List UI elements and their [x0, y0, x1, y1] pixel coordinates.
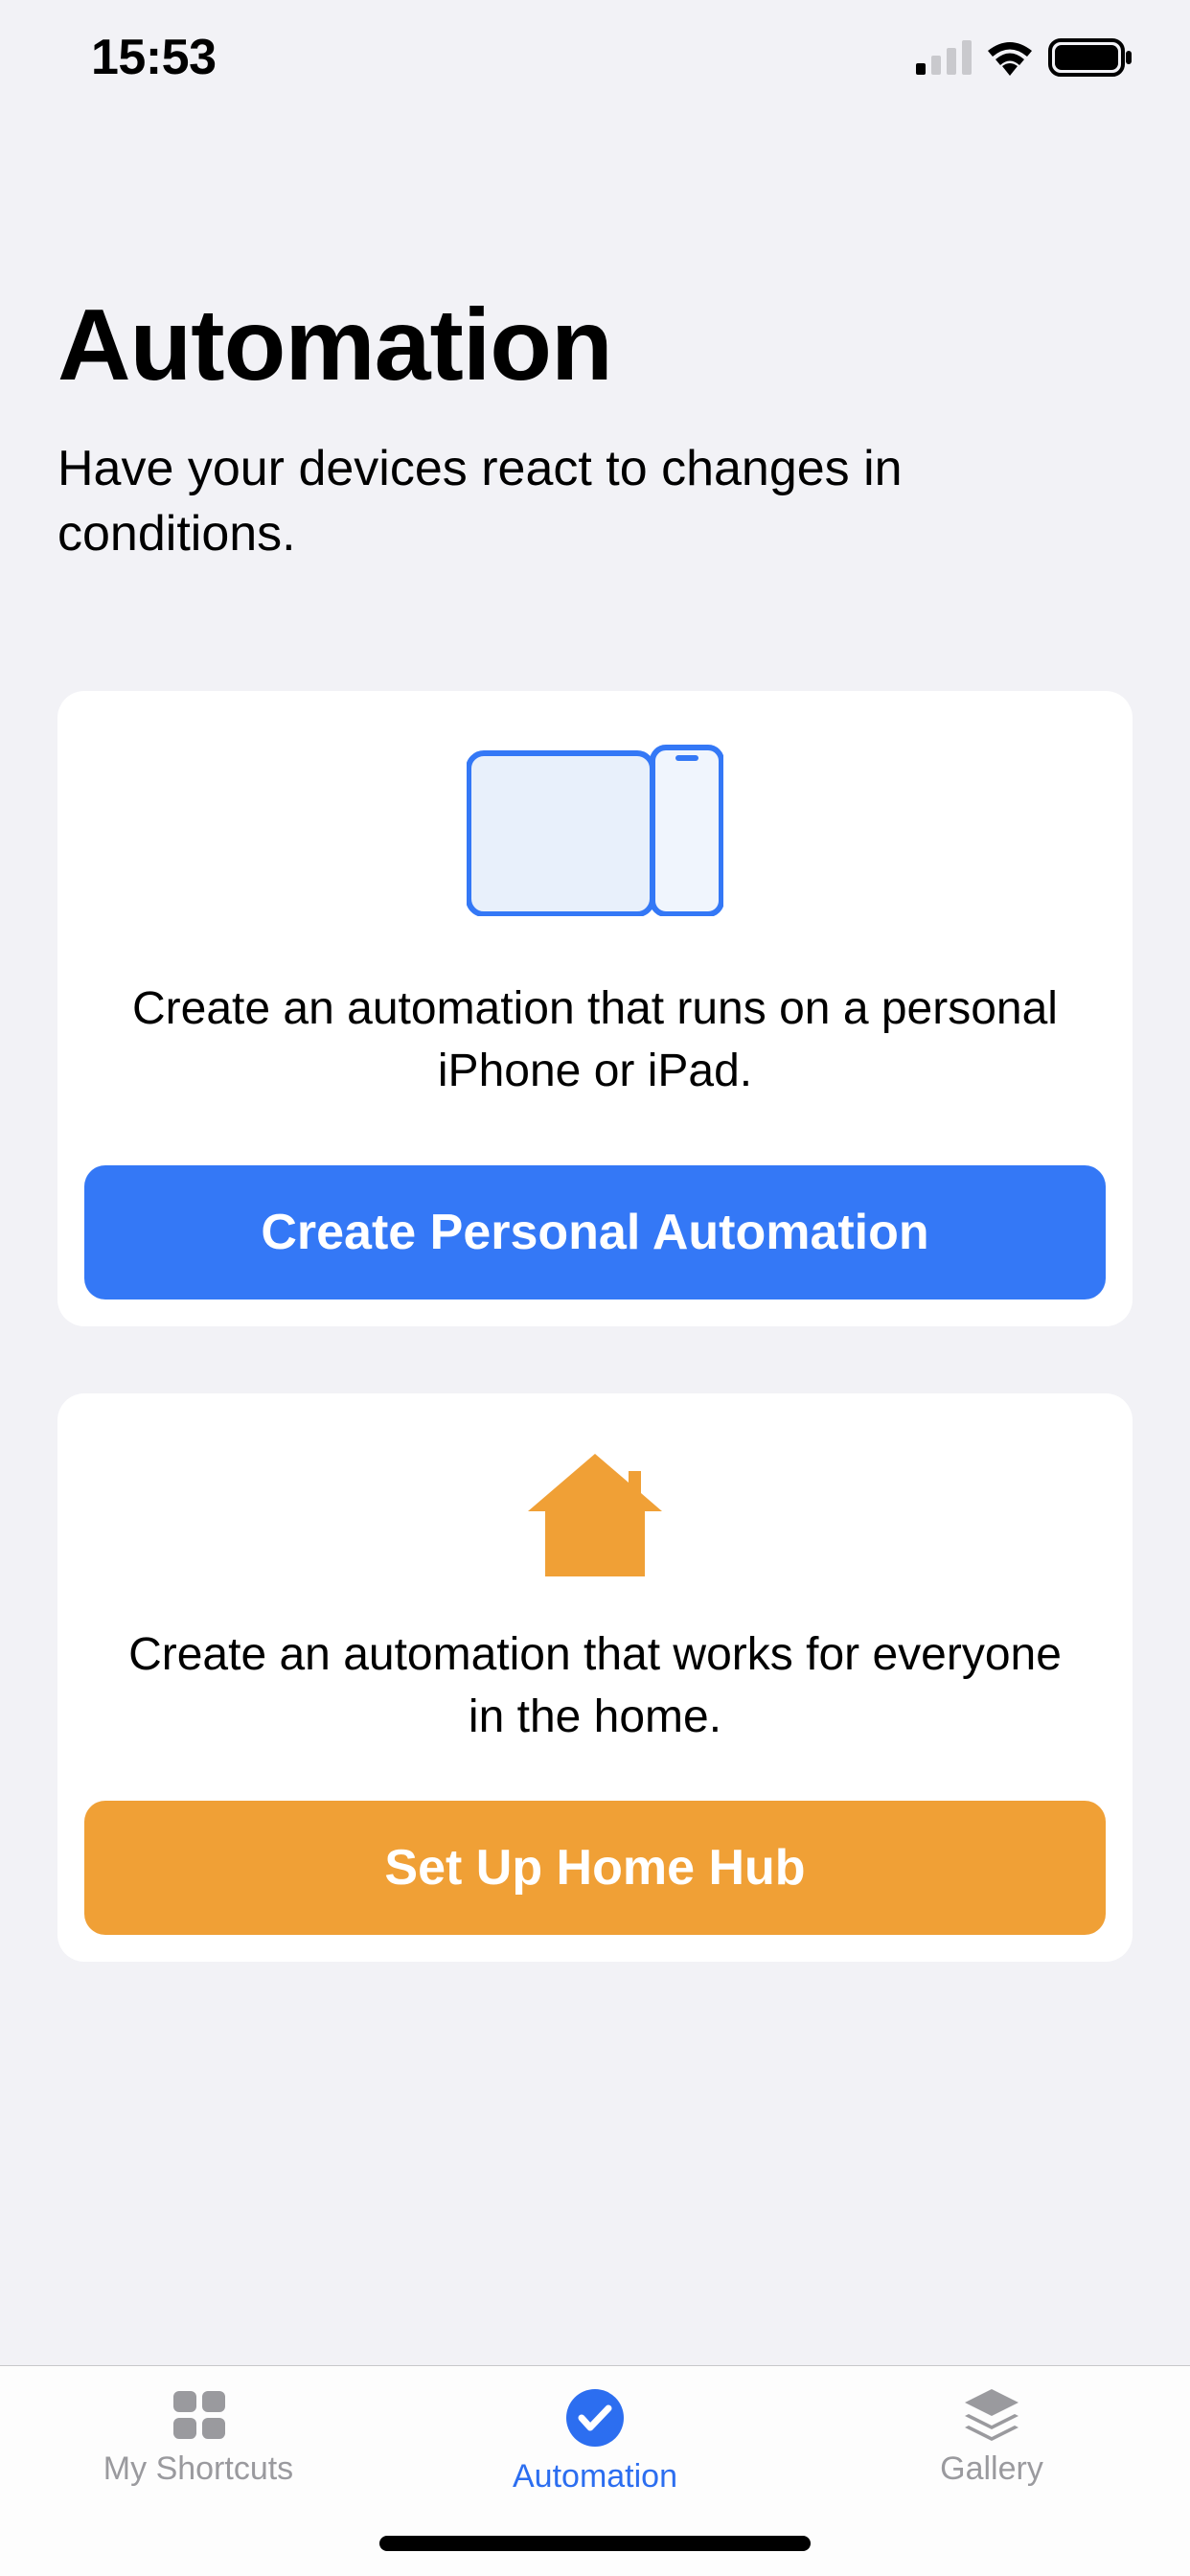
tab-label: My Shortcuts [103, 2450, 293, 2488]
home-automation-card: Create an automation that works for ever… [57, 1393, 1133, 1963]
personal-automation-card: Create an automation that runs on a pers… [57, 691, 1133, 1326]
checkmark-circle-icon [564, 2387, 626, 2449]
status-icons [916, 38, 1133, 77]
create-personal-automation-button[interactable]: Create Personal Automation [84, 1165, 1106, 1300]
tab-label: Gallery [940, 2450, 1043, 2488]
page-title: Automation [57, 288, 1133, 403]
wifi-icon [985, 39, 1035, 76]
battery-icon [1048, 38, 1133, 77]
home-icon [84, 1454, 1106, 1576]
status-bar: 15:53 [0, 0, 1190, 115]
home-indicator[interactable] [379, 2536, 811, 2551]
personal-card-text: Create an automation that runs on a pers… [84, 978, 1106, 1103]
tab-label: Automation [513, 2458, 677, 2496]
tab-automation[interactable]: Automation [397, 2387, 793, 2496]
devices-icon [84, 744, 1106, 916]
tab-my-shortcuts[interactable]: My Shortcuts [0, 2387, 397, 2488]
home-card-text: Create an automation that works for ever… [84, 1624, 1106, 1749]
grid-icon [170, 2387, 227, 2441]
status-time: 15:53 [91, 29, 217, 86]
set-up-home-hub-button[interactable]: Set Up Home Hub [84, 1801, 1106, 1935]
layers-icon [961, 2387, 1022, 2441]
cellular-icon [916, 40, 972, 75]
tab-gallery[interactable]: Gallery [793, 2387, 1190, 2488]
page-subtitle: Have your devices react to changes in co… [57, 437, 1133, 566]
